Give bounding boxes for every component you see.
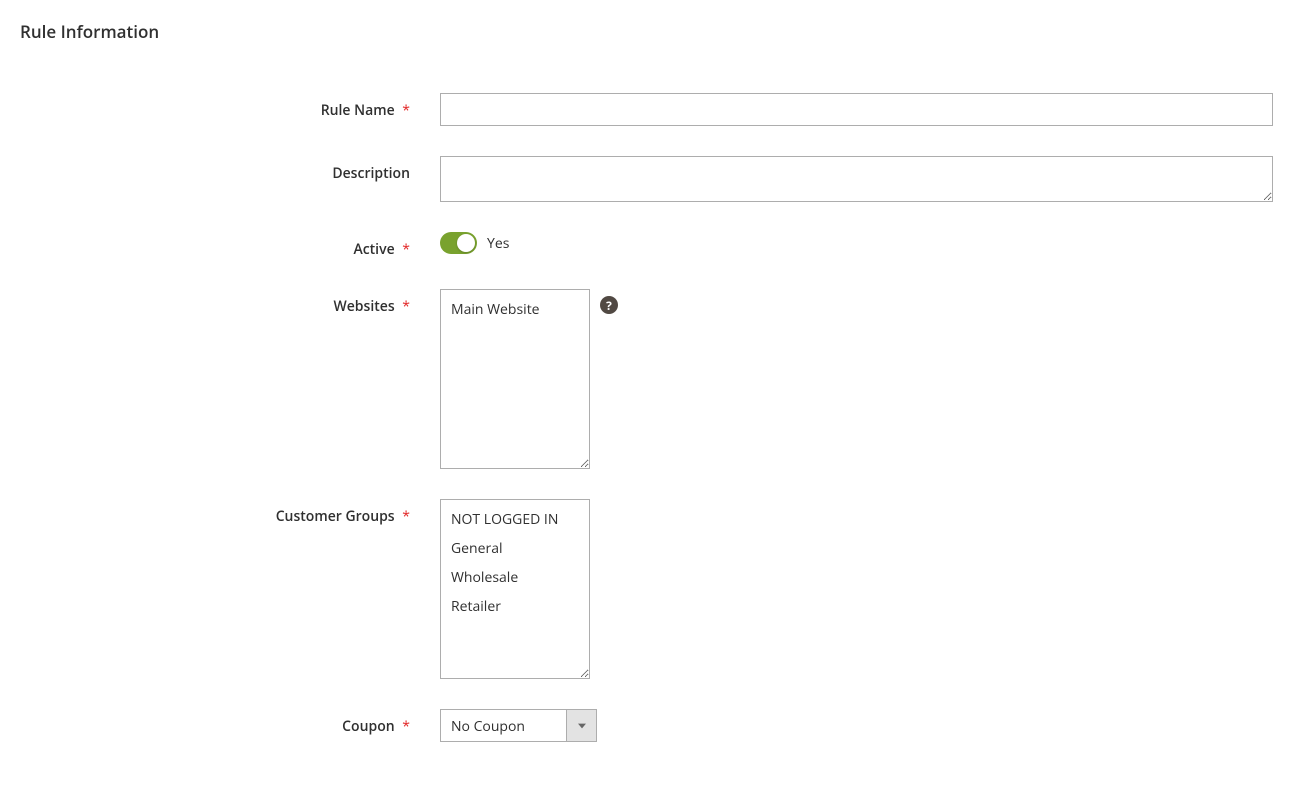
label-coupon: Coupon *	[20, 709, 440, 736]
required-mark: *	[402, 101, 410, 120]
row-active: Active * Yes	[20, 232, 1295, 259]
label-websites-text: Websites	[333, 297, 394, 316]
required-mark: *	[402, 297, 410, 316]
active-state-label: Yes	[487, 234, 509, 253]
help-icon[interactable]: ?	[600, 296, 618, 314]
label-rule-name: Rule Name *	[20, 93, 440, 120]
multiselect-option[interactable]: Wholesale	[441, 563, 589, 592]
required-mark: *	[402, 240, 410, 259]
label-active: Active *	[20, 232, 440, 259]
row-coupon: Coupon * No Coupon	[20, 709, 1295, 742]
label-description-text: Description	[332, 164, 410, 183]
multiselect-option[interactable]: Retailer	[441, 592, 589, 621]
coupon-select[interactable]: No Coupon	[440, 709, 597, 742]
label-rule-name-text: Rule Name	[321, 101, 395, 120]
multiselect-option[interactable]: General	[441, 534, 589, 563]
row-customer-groups: Customer Groups * NOT LOGGED INGeneralWh…	[20, 499, 1295, 679]
multiselect-option[interactable]: NOT LOGGED IN	[441, 505, 589, 534]
rule-name-input[interactable]	[440, 93, 1273, 126]
customer-groups-multiselect[interactable]: NOT LOGGED INGeneralWholesaleRetailer	[440, 499, 590, 679]
label-coupon-text: Coupon	[342, 717, 394, 736]
active-toggle[interactable]	[440, 232, 477, 254]
coupon-select-value: No Coupon	[441, 710, 566, 741]
label-customer-groups-text: Customer Groups	[276, 507, 395, 526]
section-title: Rule Information	[20, 20, 1295, 43]
chevron-down-icon	[566, 710, 596, 741]
multiselect-option[interactable]: Main Website	[441, 295, 589, 324]
row-rule-name: Rule Name *	[20, 93, 1295, 126]
label-customer-groups: Customer Groups *	[20, 499, 440, 526]
description-input[interactable]	[440, 156, 1273, 202]
required-mark: *	[402, 507, 410, 526]
row-description: Description	[20, 156, 1295, 202]
row-websites: Websites * Main Website ?	[20, 289, 1295, 469]
label-active-text: Active	[353, 240, 394, 259]
label-description: Description	[20, 156, 440, 183]
websites-multiselect[interactable]: Main Website	[440, 289, 590, 469]
label-websites: Websites *	[20, 289, 440, 316]
toggle-knob	[457, 234, 475, 252]
required-mark: *	[402, 717, 410, 736]
